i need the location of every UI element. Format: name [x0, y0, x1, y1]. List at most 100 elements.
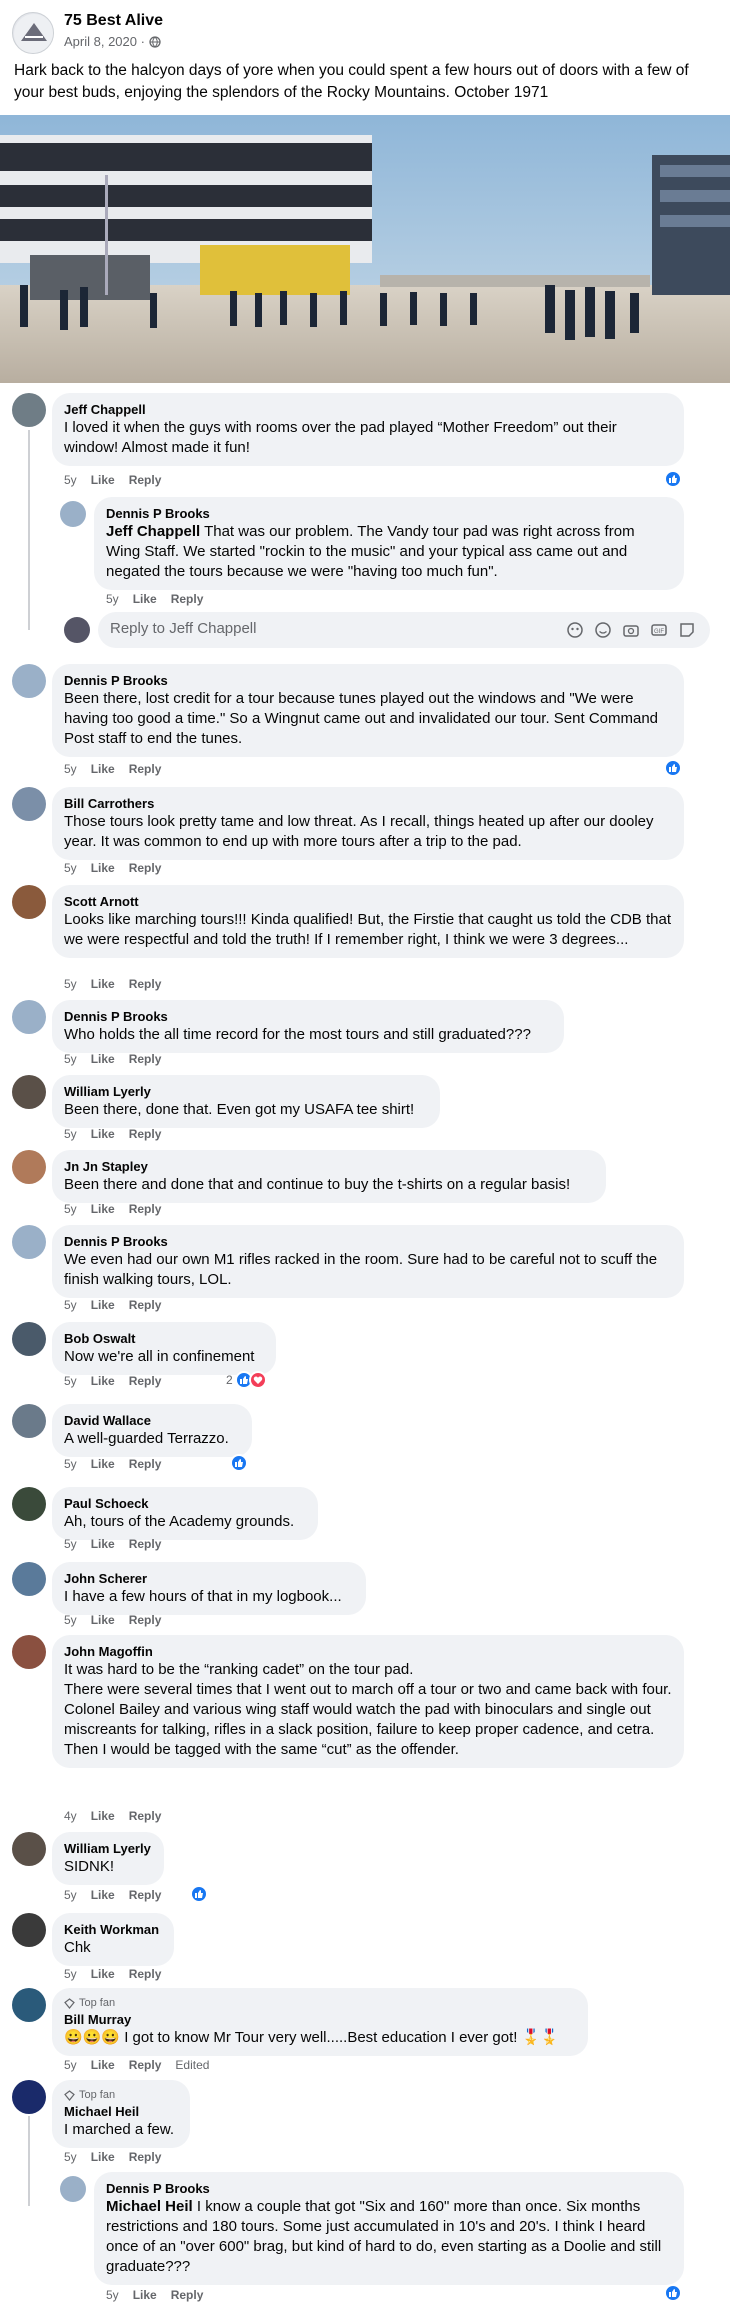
avatar[interactable]	[12, 1832, 46, 1866]
comment-author[interactable]: William Lyerly	[64, 1083, 428, 1100]
post-date[interactable]: April 8, 2020 ·	[64, 34, 145, 49]
avatar[interactable]	[12, 1000, 46, 1034]
like-button[interactable]: Like	[91, 1967, 115, 1981]
like-button[interactable]: Like	[91, 2058, 115, 2072]
comment-author[interactable]: John Scherer	[64, 1570, 354, 1587]
avatar[interactable]	[12, 393, 46, 427]
comment-author[interactable]: Jn Jn Stapley	[64, 1158, 594, 1175]
reply-button[interactable]: Reply	[129, 1127, 162, 1141]
comment-time[interactable]: 5y	[64, 473, 77, 487]
comment-time[interactable]: 5y	[106, 2288, 119, 2302]
camera-icon[interactable]	[622, 621, 640, 639]
reply-button[interactable]: Reply	[129, 1298, 162, 1312]
comment-author[interactable]: Paul Schoeck	[64, 1495, 306, 1512]
like-button[interactable]: Like	[91, 1127, 115, 1141]
avatar[interactable]	[12, 787, 46, 821]
comment-time[interactable]: 5y	[64, 1613, 77, 1627]
like-button[interactable]: Like	[91, 2150, 115, 2164]
like-button[interactable]: Like	[91, 977, 115, 991]
comment-author[interactable]: Dennis P Brooks	[106, 505, 672, 522]
avatar[interactable]	[12, 1913, 46, 1947]
reaction-summary[interactable]: 2	[226, 1371, 267, 1389]
avatar[interactable]	[12, 1322, 46, 1356]
reply-button[interactable]: Reply	[171, 2288, 204, 2302]
avatar[interactable]	[12, 1635, 46, 1669]
comment-time[interactable]: 5y	[64, 1298, 77, 1312]
reply-button[interactable]: Reply	[129, 2150, 162, 2164]
comment-time[interactable]: 5y	[64, 1374, 77, 1388]
reply-button[interactable]: Reply	[129, 1457, 162, 1471]
comment-author[interactable]: Michael Heil	[64, 2103, 178, 2120]
gif-icon[interactable]: GIF	[650, 621, 668, 639]
avatar[interactable]	[12, 1225, 46, 1259]
reaction-summary[interactable]	[664, 759, 682, 777]
comment-author[interactable]: John Magoffin	[64, 1643, 672, 1660]
avatar[interactable]	[12, 885, 46, 919]
comment-time[interactable]: 5y	[64, 1888, 77, 1902]
reply-button[interactable]: Reply	[129, 1809, 162, 1823]
like-button[interactable]: Like	[91, 1202, 115, 1216]
avatar[interactable]	[12, 1562, 46, 1596]
like-button[interactable]: Like	[133, 592, 157, 606]
like-button[interactable]: Like	[91, 1052, 115, 1066]
reply-button[interactable]: Reply	[129, 977, 162, 991]
mention[interactable]: Jeff Chappell	[106, 523, 200, 540]
avatar[interactable]	[12, 1404, 46, 1438]
reply-button[interactable]: Reply	[129, 2058, 162, 2072]
comment-time[interactable]: 4y	[64, 1809, 77, 1823]
comment-time[interactable]: 5y	[64, 1052, 77, 1066]
reaction-summary[interactable]	[664, 2284, 682, 2302]
reply-button[interactable]: Reply	[129, 1052, 162, 1066]
mention[interactable]: Michael Heil	[106, 2198, 193, 2215]
like-button[interactable]: Like	[91, 1537, 115, 1551]
comment-author[interactable]: Dennis P Brooks	[64, 1233, 672, 1250]
comment-time[interactable]: 5y	[64, 1127, 77, 1141]
like-button[interactable]: Like	[91, 861, 115, 875]
comment-author[interactable]: Keith Workman	[64, 1921, 162, 1938]
comment-time[interactable]: 5y	[64, 762, 77, 776]
current-user-avatar[interactable]	[64, 617, 90, 643]
comment-author[interactable]: Scott Arnott	[64, 893, 672, 910]
reply-button[interactable]: Reply	[129, 1537, 162, 1551]
comment-time[interactable]: 5y	[64, 861, 77, 875]
reply-button[interactable]: Reply	[129, 473, 162, 487]
reply-button[interactable]: Reply	[129, 1613, 162, 1627]
comment-time[interactable]: 5y	[64, 2150, 77, 2164]
reply-button[interactable]: Reply	[129, 1888, 162, 1902]
like-button[interactable]: Like	[91, 762, 115, 776]
comment-author[interactable]: Bob Oswalt	[64, 1330, 264, 1347]
like-button[interactable]: Like	[91, 1809, 115, 1823]
avatar[interactable]	[60, 2176, 86, 2202]
avatar[interactable]	[12, 2080, 46, 2114]
emoji-icon[interactable]	[594, 621, 612, 639]
reply-button[interactable]: Reply	[171, 592, 204, 606]
avatar[interactable]	[12, 1075, 46, 1109]
comment-author[interactable]: Bill Murray	[64, 2011, 576, 2028]
comment-author[interactable]: Jeff Chappell	[64, 401, 672, 418]
comment-author[interactable]: William Lyerly	[64, 1840, 152, 1857]
post-photo[interactable]	[0, 115, 730, 383]
reply-button[interactable]: Reply	[129, 1374, 162, 1388]
comment-time[interactable]: 5y	[64, 1457, 77, 1471]
like-button[interactable]: Like	[133, 2288, 157, 2302]
avatar[interactable]	[12, 1988, 46, 2022]
avatar[interactable]	[12, 664, 46, 698]
comment-time[interactable]: 5y	[64, 1202, 77, 1216]
like-button[interactable]: Like	[91, 1457, 115, 1471]
comment-time[interactable]: 5y	[64, 2058, 77, 2072]
sticker-icon[interactable]	[678, 621, 696, 639]
reaction-summary[interactable]	[190, 1885, 208, 1903]
reaction-summary[interactable]	[664, 470, 682, 488]
avatar[interactable]	[12, 1150, 46, 1184]
comment-author[interactable]: Dennis P Brooks	[106, 2180, 672, 2197]
avatar[interactable]	[60, 501, 86, 527]
page-name[interactable]: 75 Best Alive	[64, 12, 163, 30]
reply-button[interactable]: Reply	[129, 1967, 162, 1981]
like-button[interactable]: Like	[91, 1888, 115, 1902]
comment-time[interactable]: 5y	[64, 977, 77, 991]
comment-time[interactable]: 5y	[64, 1537, 77, 1551]
comment-author[interactable]: Bill Carrothers	[64, 795, 672, 812]
comment-author[interactable]: Dennis P Brooks	[64, 672, 672, 689]
like-button[interactable]: Like	[91, 1298, 115, 1312]
comment-author[interactable]: Dennis P Brooks	[64, 1008, 552, 1025]
